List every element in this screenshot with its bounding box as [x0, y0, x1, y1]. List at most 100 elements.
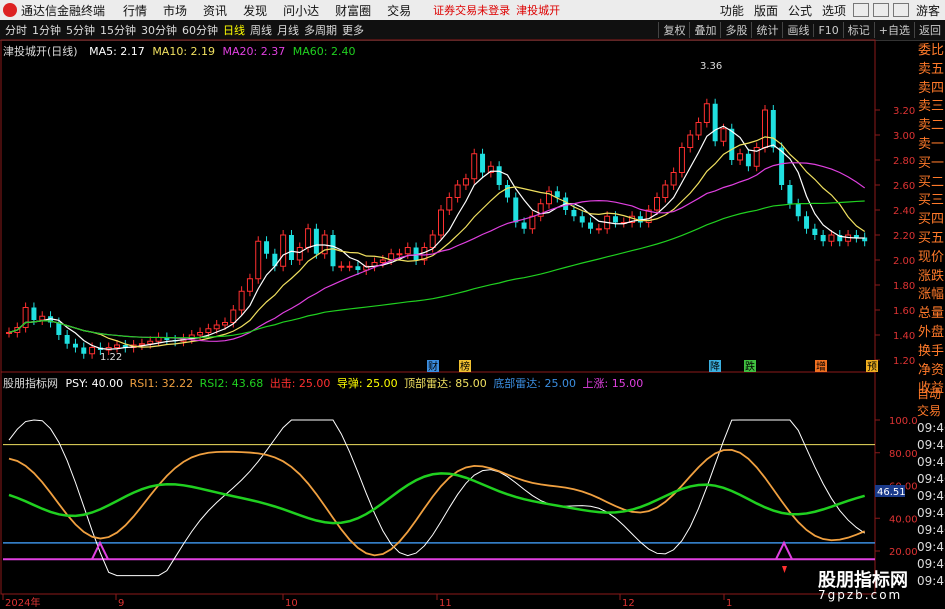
- rsi2-line: [8, 472, 866, 525]
- sidebar-label: 卖五: [917, 61, 944, 77]
- app-title: 通达信金融终端: [21, 3, 106, 18]
- candle-body-down: [264, 241, 270, 254]
- candle-body-up: [604, 215, 611, 230]
- sidebar2-label: 09:47: [917, 540, 945, 554]
- sidebar-label: 换手: [917, 343, 944, 359]
- period-60m[interactable]: 60分钟: [182, 22, 218, 38]
- candle-body-down: [480, 153, 486, 173]
- btn-overlay[interactable]: 叠加: [689, 22, 720, 38]
- ind-axis-label: 60.00: [889, 482, 918, 493]
- btn-mark[interactable]: 标记: [842, 22, 874, 38]
- high-price-label: 3.36: [700, 61, 722, 72]
- low-price-label: 1.22: [100, 352, 122, 363]
- btn-draw[interactable]: 画线: [782, 22, 813, 38]
- period-intraday[interactable]: 分时: [5, 22, 27, 38]
- title-stock: 津投城开: [516, 4, 561, 17]
- candle-body-down: [313, 228, 319, 254]
- sidebar-label: 买四: [917, 212, 944, 228]
- menu-discover[interactable]: 发现: [243, 2, 267, 19]
- candle-body-down: [330, 235, 336, 267]
- sidebar-label: 现价: [917, 249, 944, 265]
- period-multi[interactable]: 多周期: [304, 22, 337, 38]
- sidebar2-label: 09:46: [917, 489, 945, 503]
- event-badge-label: 降: [710, 360, 720, 373]
- ind-axis-label: 40.00: [889, 514, 918, 525]
- candle-body-up: [130, 344, 137, 348]
- menu-formula[interactable]: 公式: [788, 2, 812, 19]
- menu-wealth[interactable]: 财富圈: [335, 2, 371, 19]
- btn-f10[interactable]: F10: [813, 23, 842, 37]
- guest-label[interactable]: 游客: [916, 2, 940, 19]
- price-axis-label: 3.00: [893, 131, 915, 142]
- menu-layout[interactable]: 版面: [754, 2, 778, 19]
- btn-add-watch[interactable]: +自选: [873, 22, 914, 38]
- period-monthly[interactable]: 月线: [277, 22, 299, 38]
- ma60-line: [8, 200, 865, 339]
- period-more[interactable]: 更多: [342, 22, 364, 38]
- event-badge-label: 预: [867, 361, 877, 373]
- candle-body-up: [828, 234, 835, 242]
- event-badge: [709, 360, 721, 372]
- candle-body-down: [712, 103, 718, 142]
- close-icon[interactable]: [892, 3, 909, 17]
- btn-restore[interactable]: 复权: [658, 22, 689, 38]
- candle-body-down: [795, 203, 801, 217]
- menu-function[interactable]: 功能: [720, 2, 744, 19]
- sidebar-label: 卖三: [917, 99, 944, 115]
- ma20-line: [8, 162, 866, 342]
- menu-markets[interactable]: 市场: [163, 2, 187, 19]
- candle-body-down: [64, 335, 70, 344]
- period-daily[interactable]: 日线: [223, 22, 245, 38]
- menu-ask[interactable]: 问小达: [283, 2, 319, 19]
- candle-body-down: [820, 235, 826, 242]
- candle-body-up: [620, 222, 627, 224]
- candle-body-up: [114, 344, 120, 348]
- menu-news[interactable]: 资讯: [203, 2, 227, 19]
- candle-body-up: [238, 290, 245, 311]
- period-30m[interactable]: 30分钟: [141, 22, 177, 38]
- menu-trade[interactable]: 交易: [387, 2, 411, 19]
- candle-body-down: [563, 197, 569, 210]
- candle-body-up: [595, 228, 602, 231]
- menu-market[interactable]: 行情: [123, 2, 147, 19]
- period-weekly[interactable]: 周线: [250, 22, 272, 38]
- sidebar2-label: 09:46: [917, 421, 945, 435]
- candle-body-up: [155, 337, 162, 342]
- candle-body-up: [654, 197, 660, 211]
- login-warning[interactable]: 证券交易未登录: [433, 2, 510, 18]
- sidebar2-label: 09:46: [917, 455, 945, 469]
- candle-body-up: [388, 253, 395, 261]
- candle-body-down: [513, 197, 519, 223]
- candle-body-up: [737, 153, 744, 161]
- candle-body-down: [779, 147, 785, 185]
- maximize-icon[interactable]: [872, 3, 889, 17]
- candle-body-up: [438, 209, 444, 236]
- btn-stats[interactable]: 统计: [751, 22, 782, 38]
- rsi2-value: RSI2: 43.68: [199, 377, 264, 390]
- minimize-icon[interactable]: [852, 3, 869, 17]
- menu-options[interactable]: 选项: [822, 2, 846, 19]
- period-15m[interactable]: 15分钟: [100, 22, 136, 38]
- rise-spike: [775, 540, 793, 560]
- candle-body-down: [413, 247, 419, 260]
- event-badge: [459, 360, 471, 372]
- period-1m[interactable]: 1分钟: [32, 22, 61, 38]
- candle-body-up: [39, 315, 46, 321]
- candle-body-up: [404, 247, 411, 255]
- candle-body-up: [222, 322, 228, 326]
- candle-body-down: [97, 347, 103, 350]
- candle-body-up: [89, 347, 96, 355]
- sidebar-label: 涨幅: [917, 287, 944, 303]
- candle-body-up: [546, 190, 552, 205]
- btn-back[interactable]: 返回: [914, 22, 945, 38]
- candle-body-up: [338, 265, 345, 268]
- event-badge: [866, 360, 878, 372]
- btn-multistock[interactable]: 多股: [720, 22, 751, 38]
- buy-arrow-icon: [782, 566, 787, 573]
- watermark-url: 7gpzb.com: [818, 588, 903, 602]
- period-5m[interactable]: 5分钟: [66, 22, 95, 38]
- sidebar-label: 外盘: [917, 324, 944, 340]
- rise-value: 上涨: 15.00: [582, 377, 644, 390]
- candle-body-up: [429, 234, 436, 248]
- candle-body-up: [695, 122, 702, 136]
